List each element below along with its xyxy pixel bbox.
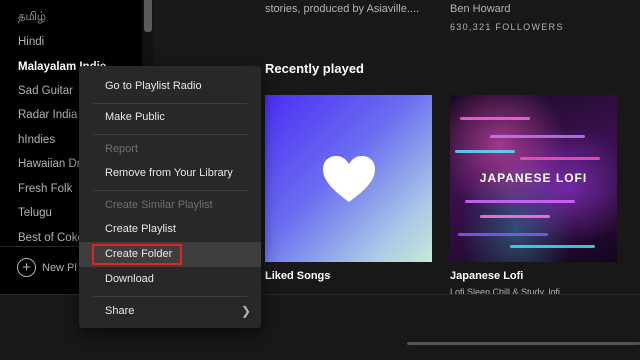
menu-item-create-folder[interactable]: Create Folder: [79, 242, 261, 267]
plus-circle-icon: +: [17, 258, 36, 277]
new-playlist-button[interactable]: + New Pl: [17, 258, 77, 277]
volume-bar[interactable]: [407, 342, 640, 345]
menu-item-go-to-playlist-radio[interactable]: Go to Playlist Radio: [79, 74, 261, 99]
menu-item-make-public[interactable]: Make Public: [79, 105, 261, 130]
context-menu: Go to Playlist Radio Make Public Report …: [79, 66, 261, 328]
menu-item-report: Report: [105, 143, 139, 155]
highlight-box: [92, 244, 182, 265]
playlist-description: stories, produced by Asiaville....: [265, 3, 420, 15]
artist-followers: 630,321 FOLLOWERS: [450, 22, 564, 32]
menu-separator: [93, 190, 247, 191]
section-title-recently-played[interactable]: Recently played: [265, 61, 364, 76]
chevron-right-icon: ❯: [240, 304, 251, 318]
menu-item-remove-from-library[interactable]: Remove from Your Library: [79, 161, 261, 186]
artist-name[interactable]: Ben Howard: [450, 3, 511, 15]
heart-icon: [322, 155, 375, 202]
menu-separator: [93, 134, 247, 135]
menu-item-share[interactable]: Share ❯: [79, 299, 261, 324]
card-title-japanese-lofi[interactable]: Japanese Lofi: [450, 270, 523, 282]
liked-songs-art[interactable]: [265, 95, 432, 262]
menu-item-share-label: Share: [105, 305, 135, 317]
menu-separator: [93, 296, 247, 297]
japanese-lofi-art[interactable]: JAPANESE LOFI: [450, 95, 617, 262]
menu-item-create-similar-playlist: Create Similar Playlist: [105, 199, 213, 211]
sidebar-item-hindi[interactable]: Hindi: [18, 35, 140, 49]
menu-item-download[interactable]: Download: [79, 267, 261, 292]
japanese-lofi-art-text: JAPANESE LOFI: [479, 171, 588, 185]
sidebar-item-tamil[interactable]: தமிழ்: [18, 10, 140, 24]
menu-item-create-playlist[interactable]: Create Playlist: [79, 217, 261, 242]
card-title-liked-songs[interactable]: Liked Songs: [265, 270, 330, 282]
new-playlist-label: New Pl: [42, 261, 77, 274]
sidebar-scrollbar-thumb[interactable]: [144, 0, 152, 32]
menu-separator: [93, 103, 247, 104]
